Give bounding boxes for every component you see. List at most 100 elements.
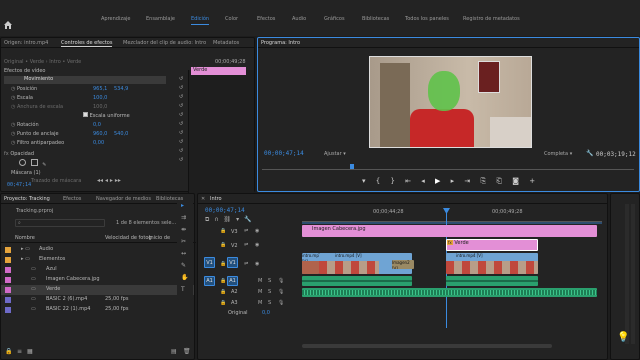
label-color-swatch[interactable] [5,247,11,253]
timeline-hscroll[interactable] [302,344,552,348]
goto-in-icon[interactable]: ⇤ [405,177,411,185]
pen-mask-icon[interactable]: ✎ [42,162,46,168]
project-item-row[interactable]: ▭ Azul [1,265,194,275]
linked-icon[interactable]: ⛓ [224,216,232,223]
slip-icon[interactable]: ↔ [181,250,186,258]
hand-icon[interactable]: ✋ [181,274,188,282]
track-a2-label[interactable]: A2 [231,289,238,295]
timeline-title[interactable]: Intro [210,196,222,202]
reset-icon[interactable]: ↺ [179,112,187,121]
sync-icon[interactable]: ⇌ [244,261,248,267]
reset-icon[interactable]: ↺ [179,157,187,166]
out-point-icon[interactable]: } [390,177,394,185]
reset-icon[interactable]: ↺ [179,139,187,148]
label-color-swatch[interactable] [5,267,11,273]
uniform-scale-checkbox[interactable] [83,112,88,117]
project-item-row[interactable]: ▭ BASIC 2 (6).mp4 25,00 fps [1,295,194,305]
rotation-value[interactable]: 0,0 [93,121,101,130]
eye-icon[interactable]: ◉ [255,261,259,267]
anchor-y-value[interactable]: 540,0 [114,130,128,139]
track-select-icon[interactable]: ⇉ [181,214,186,222]
new-item-icon[interactable]: ▤ [171,348,177,355]
program-timecode[interactable]: 00;00;47;14 [264,150,304,157]
button-editor-icon[interactable]: + [529,177,535,185]
track-v2-label[interactable]: V2 [231,243,238,249]
position-x-value[interactable]: 965,1 [93,85,107,94]
mic-icon[interactable]: 🎙 [278,300,284,306]
razor-icon[interactable]: ✂ [181,238,186,246]
reset-icon[interactable]: ↺ [179,130,187,139]
quality-dropdown[interactable]: Completa ▾ [544,151,572,157]
col-start[interactable]: Inicio de [149,235,170,241]
clip-v1-intro-d[interactable]: intro.mp4 [V] [446,253,538,274]
anchor-x-value[interactable]: 960,0 [93,130,107,139]
track-v3-label[interactable]: V3 [231,229,238,235]
lock-icon[interactable]: 🔒 [220,242,226,248]
nest-icon[interactable]: ⧉ [205,216,209,223]
lock-icon[interactable]: 🔒 [220,261,226,267]
project-item-row[interactable]: ▭ Verde [1,285,194,295]
workspace-tab[interactable]: Gráficos [324,14,345,24]
label-color-swatch[interactable] [5,287,11,293]
lock-icon[interactable]: 🔒 [5,348,12,355]
solo-s-button[interactable]: S [268,300,271,306]
list-view-icon[interactable]: ≡ [17,348,22,355]
source-v1-patch[interactable]: V1 [204,257,215,268]
scale-value[interactable]: 100,0 [93,94,107,103]
project-tab[interactable]: Navegador de medios [96,196,151,202]
solo-s-button[interactable]: S [268,289,271,295]
audio-clip-a1b[interactable] [446,276,538,286]
goto-out-icon[interactable]: ⇥ [464,177,470,185]
label-color-swatch[interactable] [5,307,11,313]
workspace-tab[interactable]: Color [225,14,238,24]
project-item-row[interactable]: ▸ ▭ Audio [1,245,194,255]
flicker-value[interactable]: 0,00 [93,139,104,148]
play-icon[interactable]: ▶ [435,177,440,185]
workspace-tab[interactable]: Todos los paneles [405,14,449,24]
track-a1-target[interactable]: A1 [227,276,238,286]
tab-audio-mixer[interactable]: Mezclador del clip de audio: Intro [123,40,206,46]
extract-icon[interactable]: ⎗ [496,177,502,185]
track-play-icon[interactable]: ▸ [110,177,113,184]
workspace-tab[interactable]: Efectos [257,14,275,24]
clip-v2-verde[interactable]: fx Verde [446,239,538,251]
icon-view-icon[interactable]: ▦ [27,348,33,355]
reset-icon[interactable]: ↺ [179,121,187,130]
eye-icon[interactable]: ◉ [255,242,259,248]
mic-icon[interactable]: 🎙 [278,278,284,284]
home-icon[interactable] [4,21,12,29]
solo-s-button[interactable]: S [268,278,271,284]
track-prev-icon[interactable]: ◂ [105,177,108,184]
wrench-icon[interactable]: 🔧 [586,150,593,157]
step-back-icon[interactable]: ◂ [421,177,425,185]
clip-v3-imagen-cabecera[interactable]: Imagen Cabecera.jpg [302,225,597,237]
track-a3-label[interactable]: A3 [231,300,238,306]
track-fwd-icon[interactable]: ▸▸ [115,177,121,184]
audio-clip-a2[interactable] [302,288,597,297]
mute-m-button[interactable]: M [258,289,262,295]
reset-icon[interactable]: ↺ [179,76,187,85]
selection-tool-icon[interactable]: ▸ [181,202,184,210]
program-scrubber[interactable] [262,164,634,170]
lock-icon[interactable]: 🔒 [220,228,226,234]
fit-dropdown[interactable]: Ajustar ▾ [324,151,346,157]
lock-icon[interactable]: 🔒 [220,289,226,295]
clip-v1-intro-a[interactable]: intro.mp4 [V] [302,253,319,274]
step-forward-icon[interactable]: ▸ [451,177,455,185]
camera-icon[interactable]: ◙ [512,177,519,185]
project-tab[interactable]: Efectos [63,196,81,202]
in-point-icon[interactable]: { [376,177,380,185]
mic-icon[interactable]: 🎙 [278,289,284,295]
mute-m-button[interactable]: M [258,300,262,306]
reset-icon[interactable]: ↺ [179,94,187,103]
workspace-tab[interactable]: Edición [191,14,210,25]
playhead-marker[interactable] [350,164,354,169]
close-icon[interactable]: ✕ [201,196,205,202]
col-fps[interactable]: Velocidad de fotog [105,235,152,241]
col-name[interactable]: Nombre [15,235,35,241]
work-area-bar[interactable] [302,222,602,224]
program-title[interactable]: Programa: Intro [261,40,300,46]
label-color-swatch[interactable] [5,257,11,263]
marker-icon[interactable]: ▾ [362,177,366,185]
project-item-row[interactable]: ▭ Imagen Cabecera.jpg [1,275,194,285]
